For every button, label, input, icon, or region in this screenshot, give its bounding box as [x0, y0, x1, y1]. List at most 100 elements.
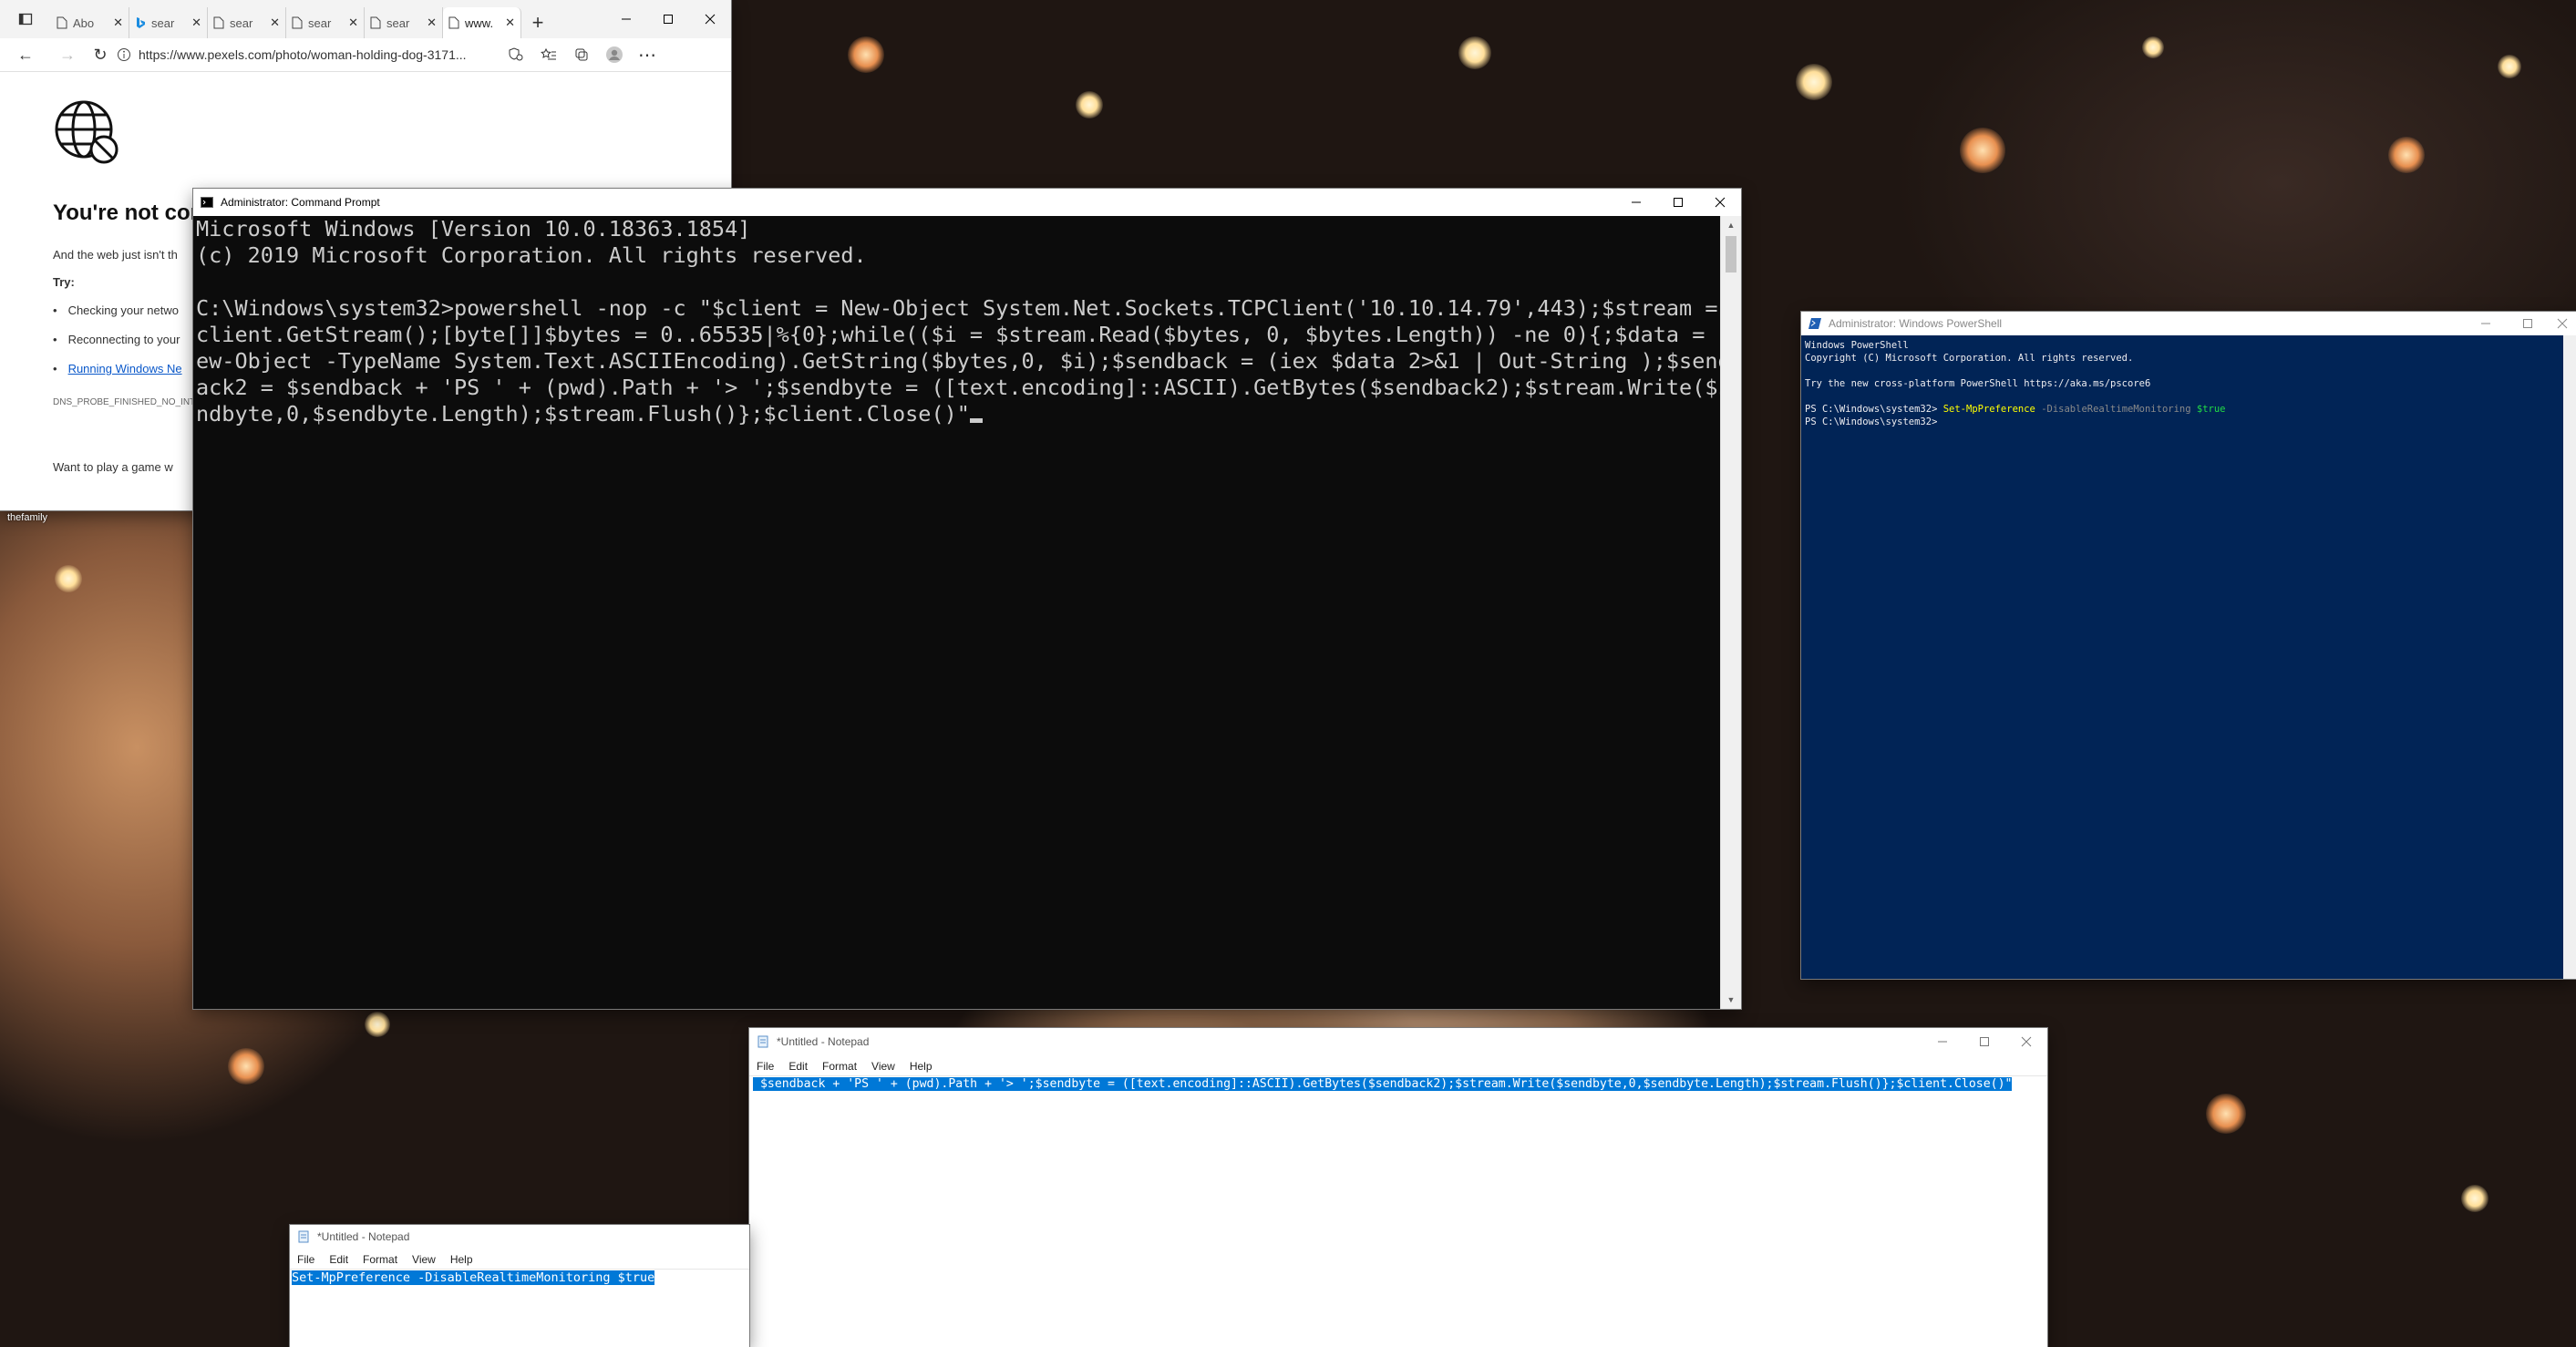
window-title: *Untitled - Notepad — [317, 1230, 410, 1243]
menu-bar: File Edit Format View Help — [749, 1057, 2047, 1075]
suggestion-link[interactable]: Running Windows Ne — [53, 362, 182, 375]
suggestion-item: Checking your netwo — [53, 303, 179, 317]
error-title: You're not con — [53, 201, 204, 225]
menu-edit[interactable]: Edit — [781, 1060, 815, 1073]
console-line: client.GetStream();[byte[]]$bytes = 0..6… — [196, 322, 1721, 347]
bokeh-light — [1796, 64, 1832, 100]
minimize-button[interactable] — [2465, 312, 2507, 335]
console-line: Windows PowerShell — [1805, 340, 1909, 351]
menu-file[interactable]: File — [749, 1060, 781, 1073]
back-arrow-icon[interactable]: ← — [0, 38, 51, 71]
url-text: https://www.pexels.com/photo/woman-holdi… — [139, 47, 467, 62]
menu-view[interactable]: View — [864, 1060, 902, 1073]
profile-avatar-icon[interactable] — [598, 38, 631, 71]
close-button[interactable] — [2005, 1028, 2047, 1055]
bokeh-light — [2206, 1094, 2246, 1134]
more-options-icon[interactable]: ⋯ — [631, 38, 664, 71]
menu-view[interactable]: View — [405, 1253, 443, 1266]
diagnostics-link[interactable]: Running Windows Ne — [68, 362, 182, 375]
tab-strip: Abo ✕ sear ✕ sear ✕ sear ✕ sear ✕ www. ✕ — [0, 0, 731, 38]
menu-edit[interactable]: Edit — [322, 1253, 355, 1266]
browser-tab[interactable]: Abo ✕ — [51, 7, 129, 38]
close-tab-icon[interactable]: ✕ — [348, 15, 358, 30]
prompt-text: PS C:\Windows\system32> — [1805, 404, 1943, 415]
console-line: C:\Windows\system32>powershell -nop -c "… — [196, 295, 1721, 321]
scrollbar-thumb[interactable] — [1726, 236, 1736, 272]
window-title: *Untitled - Notepad — [777, 1035, 870, 1048]
browser-tab[interactable]: sear ✕ — [129, 7, 208, 38]
maximize-button[interactable] — [1657, 189, 1699, 216]
cmd-app-icon — [201, 197, 213, 208]
notepad-window: *Untitled - Notepad File Edit Format Vie… — [290, 1225, 749, 1347]
scroll-down-icon[interactable]: ▼ — [1721, 991, 1741, 1009]
refresh-icon[interactable]: ↻ — [84, 38, 117, 71]
bokeh-light — [55, 565, 82, 592]
url-field[interactable]: https://www.pexels.com/photo/woman-holdi… — [117, 43, 500, 67]
vertical-scrollbar[interactable] — [2563, 335, 2576, 979]
bokeh-light — [2142, 36, 2164, 58]
minimize-button[interactable] — [605, 0, 647, 38]
menu-help[interactable]: Help — [443, 1253, 480, 1266]
powershell-window: Administrator: Windows PowerShell Window… — [1801, 312, 2576, 979]
error-subtitle: And the web just isn't th — [53, 248, 178, 262]
close-button[interactable] — [1699, 189, 1741, 216]
tab-label: sear — [308, 15, 332, 30]
bokeh-light — [2498, 55, 2521, 78]
text-editor[interactable]: $sendback + 'PS ' + (pwd).Path + '> ';$s… — [749, 1075, 2047, 1347]
maximize-button[interactable] — [1963, 1028, 2005, 1055]
tab-label: sear — [386, 15, 410, 30]
close-tab-icon[interactable]: ✕ — [270, 15, 280, 30]
minimize-button[interactable] — [1922, 1028, 1963, 1055]
vertical-scrollbar[interactable]: ▲ ▼ — [1720, 216, 1741, 1009]
browser-tab[interactable]: sear ✕ — [365, 7, 443, 38]
bokeh-light — [1076, 91, 1103, 118]
cmd-titlebar[interactable]: Administrator: Command Prompt — [193, 189, 1741, 216]
browser-tab[interactable]: sear ✕ — [208, 7, 286, 38]
tracking-prevention-icon[interactable] — [500, 38, 532, 71]
page-icon — [292, 16, 303, 29]
console-line: Microsoft Windows [Version 10.0.18363.18… — [196, 216, 751, 242]
powershell-app-icon — [1808, 318, 1821, 329]
notepad-app-icon — [757, 1035, 768, 1048]
collections-icon[interactable] — [565, 38, 598, 71]
favorites-icon[interactable] — [532, 38, 565, 71]
bokeh-light — [228, 1048, 264, 1085]
desktop-label: thefamily — [7, 512, 48, 523]
console-line: ndbyte,0,$sendbyte.Length);$stream.Flush… — [196, 401, 970, 427]
menu-format[interactable]: Format — [355, 1253, 405, 1266]
forward-arrow-icon[interactable]: → — [51, 38, 84, 71]
menu-file[interactable]: File — [290, 1253, 322, 1266]
menu-format[interactable]: Format — [815, 1060, 864, 1073]
minimize-button[interactable] — [1615, 189, 1657, 216]
console-output[interactable]: Windows PowerShell Copyright (C) Microsof… — [1803, 335, 2563, 979]
close-tab-icon[interactable]: ✕ — [505, 15, 515, 30]
close-button[interactable] — [2549, 312, 2576, 335]
bokeh-light — [2461, 1185, 2488, 1212]
browser-tab[interactable]: sear ✕ — [286, 7, 365, 38]
page-icon — [57, 16, 67, 29]
maximize-button[interactable] — [2507, 312, 2549, 335]
selected-text: Set-MpPreference -DisableRealtimeMonitor… — [292, 1270, 655, 1285]
notepad-app-icon — [298, 1230, 309, 1243]
new-tab-button[interactable]: + — [521, 7, 554, 38]
text-cursor — [969, 418, 983, 423]
close-tab-icon[interactable]: ✕ — [427, 15, 437, 30]
console-line: Try the new cross-platform PowerShell ht… — [1805, 378, 2151, 389]
tab-actions-icon[interactable] — [0, 0, 51, 38]
page-icon — [370, 16, 381, 29]
scroll-up-icon[interactable]: ▲ — [1721, 216, 1741, 234]
console-output[interactable]: Microsoft Windows [Version 10.0.18363.18… — [195, 216, 1721, 1009]
selected-text: $sendback + 'PS ' + (pwd).Path + '> ';$s… — [753, 1077, 2013, 1091]
maximize-button[interactable] — [647, 0, 689, 38]
text-editor[interactable]: Set-MpPreference -DisableRealtimeMonitor… — [290, 1269, 749, 1347]
close-tab-icon[interactable]: ✕ — [191, 15, 201, 30]
address-bar: ← → ↻ https://www.pexels.com/photo/woman… — [0, 38, 731, 72]
menu-help[interactable]: Help — [902, 1060, 940, 1073]
close-tab-icon[interactable]: ✕ — [113, 15, 123, 30]
powershell-titlebar[interactable]: Administrator: Windows PowerShell — [1801, 312, 2576, 335]
close-button[interactable] — [689, 0, 731, 38]
notepad-titlebar[interactable]: *Untitled - Notepad — [749, 1028, 2047, 1055]
browser-tab-active[interactable]: www. ✕ — [443, 7, 521, 38]
notepad-titlebar[interactable]: *Untitled - Notepad — [290, 1225, 749, 1249]
